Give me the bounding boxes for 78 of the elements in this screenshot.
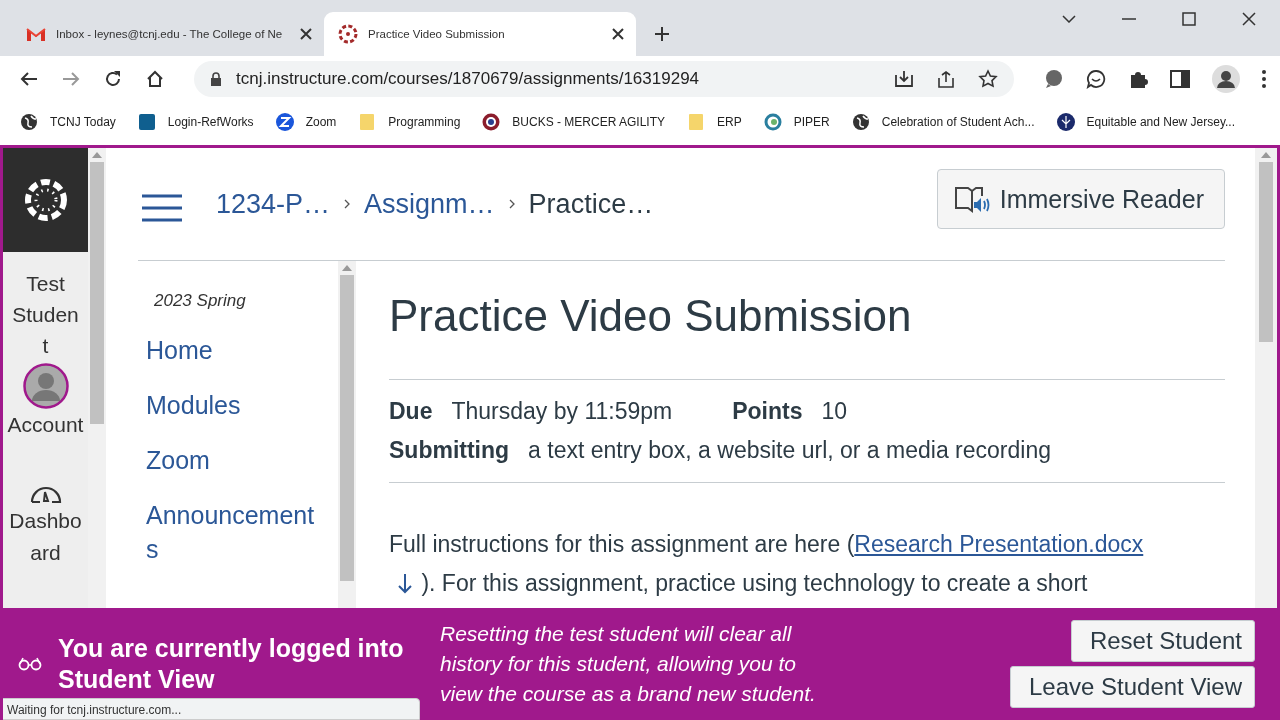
canvas-logo-icon	[338, 24, 358, 44]
seal-icon	[482, 113, 501, 131]
menu-icon[interactable]	[142, 194, 182, 222]
back-icon[interactable]	[20, 71, 38, 87]
plus-icon[interactable]	[654, 26, 670, 42]
bookmark[interactable]: TCNJ Today	[20, 113, 116, 131]
profile-icon[interactable]	[1212, 65, 1240, 93]
nav-link[interactable]: Dashboard	[5, 443, 86, 569]
course-nav-link[interactable]: Modules	[146, 388, 326, 422]
banner-note: Resetting the test student will clear all history for this student, allowing you to view the course as a brand new student.	[440, 621, 817, 707]
detail-label: Points	[732, 398, 803, 425]
star-icon[interactable]	[978, 69, 998, 89]
close-icon[interactable]	[1242, 12, 1256, 26]
bookmark[interactable]: Programming	[358, 113, 461, 131]
avatar-icon	[22, 363, 69, 409]
scrollbar[interactable]	[1255, 148, 1277, 608]
detail-label: Due	[389, 398, 433, 425]
globe-icon	[851, 113, 870, 131]
globe-icon	[20, 113, 38, 131]
chevron-down-icon[interactable]	[1062, 15, 1076, 23]
course-nav-link[interactable]: Home	[146, 333, 326, 367]
puzzle-icon[interactable]	[1128, 69, 1148, 89]
user-name: Test Student	[11, 271, 80, 359]
assignment-title: Practice Video Submission	[389, 291, 1225, 380]
term-label: 2023 Spring	[154, 291, 247, 311]
download-icon[interactable]	[395, 572, 415, 596]
maximize-icon[interactable]	[1182, 12, 1196, 26]
bookmark[interactable]: Login-RefWorks	[137, 113, 254, 131]
breadcrumb-link[interactable]: Assignm…	[364, 188, 495, 220]
status-text: Waiting for tcnj.instructure.com...	[3, 698, 420, 720]
side-panel-icon[interactable]	[1170, 70, 1190, 88]
course-nav-link[interactable]: Announcements	[146, 498, 326, 566]
detail-value: 10	[821, 398, 848, 425]
browser-tab[interactable]: Practice Video Submission	[324, 12, 636, 56]
bookmark[interactable]: Equitable and New Jersey...	[1056, 113, 1236, 131]
banner-button[interactable]: Leave Student View	[1009, 666, 1255, 708]
bookmark[interactable]: PIPER	[763, 113, 830, 131]
folder-icon	[687, 113, 706, 131]
forward-icon[interactable]	[62, 71, 80, 87]
nav-link[interactable]: Account	[5, 363, 86, 441]
breadcrumb-current: Practice…	[528, 188, 654, 220]
document-link[interactable]: Research Presentation.docx	[854, 531, 1144, 557]
zoom-icon	[275, 113, 294, 131]
instructions-paragraph: Full instructions for this assignment are here (Research Presentation.docx ). For this assignment, practice using technology to create a short	[389, 530, 1145, 598]
book-speaker-icon	[953, 184, 990, 214]
mail-icon	[26, 26, 46, 42]
bookmark[interactable]: BUCKS - MERCER AGILITY	[482, 113, 666, 131]
menu-icon[interactable]	[1262, 70, 1266, 88]
chevron-right-icon	[344, 199, 351, 209]
detail-label: Submitting	[389, 437, 510, 464]
close-icon[interactable]	[300, 28, 312, 40]
home-icon[interactable]	[146, 70, 164, 88]
install-icon[interactable]	[894, 70, 914, 88]
bookmark[interactable]: Zoom	[275, 113, 337, 131]
glasses-icon	[18, 657, 42, 671]
folder-icon	[358, 113, 377, 131]
bookmark[interactable]: ERP	[687, 113, 742, 131]
detail-value: Thursday by 11:59pm	[451, 398, 673, 425]
breadcrumb-link[interactable]: 1234-P…	[216, 188, 331, 220]
course-nav-link[interactable]: Zoom	[146, 443, 326, 477]
browser-tab[interactable]: Inbox - leynes@tcnj.edu - The College of Ne	[12, 12, 324, 56]
chat-icon[interactable]	[1086, 69, 1106, 89]
close-icon[interactable]	[612, 28, 624, 40]
address-bar[interactable]: tcnj.instructure.com/courses/1870679/assignments/16319294	[194, 61, 1014, 97]
detail-value: a text entry box, a website url, or a media recording	[528, 437, 1051, 464]
bookmark[interactable]: Celebration of Student Ach...	[851, 113, 1035, 131]
chevron-right-icon	[508, 199, 515, 209]
banner-button[interactable]: Reset Student	[1070, 620, 1255, 662]
immersive-reader-button[interactable]: Immersive Reader	[936, 169, 1225, 229]
chat-bubble-icon[interactable]	[1044, 69, 1064, 89]
square-icon	[137, 113, 156, 131]
canvas-logo-icon[interactable]	[23, 178, 68, 222]
scrollbar[interactable]	[88, 148, 106, 608]
scrollbar[interactable]	[338, 261, 356, 608]
share-icon[interactable]	[936, 70, 956, 88]
lock-icon	[210, 72, 222, 86]
banner-heading: You are currently logged into Student View	[58, 633, 405, 695]
reload-icon[interactable]	[104, 70, 122, 88]
